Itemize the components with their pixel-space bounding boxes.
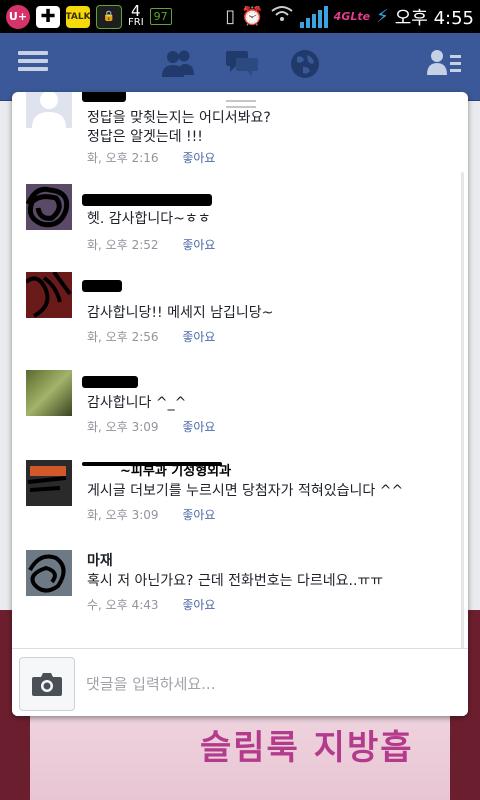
like-button[interactable]: 좋아요 xyxy=(182,508,215,522)
comment-author[interactable]: 마재 xyxy=(87,550,113,570)
comment-meta: 수, 오후 4:43 좋아요 xyxy=(87,596,215,613)
comment-meta: 화, 오후 3:09 좋아요 xyxy=(87,418,215,435)
comment-meta: 화, 오후 3:09 좋아요 xyxy=(87,506,215,523)
calendar-icon: 4 FRI xyxy=(128,1,144,29)
signal-icon xyxy=(299,5,328,28)
lock-icon: 🔒 xyxy=(96,4,122,29)
clock: 오후 4:55 xyxy=(394,7,474,29)
status-bar: U+ ✚ TALK 🔒 4 FRI 97 ▯ ⏰ 4GLte ⚡ 오후 4:55 xyxy=(0,0,480,33)
redacted-author-name xyxy=(82,92,126,102)
avatar[interactable] xyxy=(26,460,72,506)
friend-list-icon[interactable] xyxy=(426,47,462,83)
lte-icon: 4GLte xyxy=(333,10,371,23)
charging-icon: ⚡ xyxy=(376,6,389,27)
kakaotalk-icon: TALK xyxy=(65,5,91,28)
comment-text: 정답을 맞췻는지는 어디서봐요? 정답은 알겟는데 !!! xyxy=(87,110,271,145)
comment-text: 혹시 저 아닌가요? 근데 전화번호는 다르네요..ㅠㅠ xyxy=(87,573,384,589)
like-button[interactable]: 좋아요 xyxy=(182,238,215,252)
alarm-icon: ⏰ xyxy=(241,6,264,27)
comment-meta: 화, 오후 2:56 좋아요 xyxy=(87,328,215,345)
plus-icon: ✚ xyxy=(36,5,60,28)
comment-meta: 화, 오후 2:52 좋아요 xyxy=(87,236,215,253)
comment-meta: 화, 오후 2:16 좋아요 xyxy=(87,149,215,166)
calendar-day: 4 xyxy=(131,1,141,20)
comment-composer xyxy=(12,648,468,716)
drag-handle[interactable] xyxy=(226,100,256,108)
messages-icon[interactable] xyxy=(224,47,260,83)
friends-icon[interactable] xyxy=(160,47,196,83)
comments-modal: 정답을 맞췻는지는 어디서봐요? 정답은 알겟는데 !!! 화, 오후 2:16… xyxy=(12,92,468,716)
facebook-top-bar xyxy=(0,33,480,101)
comment-time: 화, 오후 3:09 xyxy=(87,508,159,522)
calendar-weekday: FRI xyxy=(128,16,144,28)
comment-time: 화, 오후 2:56 xyxy=(87,330,159,344)
comment-time: 화, 오후 2:52 xyxy=(87,238,159,252)
camera-icon xyxy=(32,673,62,696)
u-plus-icon: U+ xyxy=(6,4,30,29)
comment-time: 화, 오후 2:16 xyxy=(87,151,159,165)
comment-text: 감사합니당!! 메세지 남깁니당~ xyxy=(87,305,274,321)
background-ad-text: 슬림룩 지방흡 xyxy=(200,728,414,768)
redacted-author-name xyxy=(82,194,212,206)
redacted-author-name xyxy=(82,462,222,466)
menu-icon[interactable] xyxy=(18,47,48,75)
comment-time: 수, 오후 4:43 xyxy=(87,598,159,612)
comment-text: 게시글 더보기를 누르시면 당첨자가 적혀있습니다 ^^ xyxy=(87,483,404,499)
camera-button[interactable] xyxy=(19,657,75,711)
notifications-globe-icon[interactable] xyxy=(288,47,322,85)
avatar[interactable] xyxy=(26,92,72,128)
comment-time: 화, 오후 3:09 xyxy=(87,420,159,434)
avatar[interactable] xyxy=(26,550,72,596)
avatar[interactable] xyxy=(26,272,72,318)
like-button[interactable]: 좋아요 xyxy=(182,330,215,344)
avatar[interactable] xyxy=(26,184,72,230)
vibrate-icon: ▯ xyxy=(225,6,236,27)
wifi-icon xyxy=(270,5,294,28)
redacted-author-name xyxy=(82,376,138,388)
scrollbar[interactable] xyxy=(461,172,464,702)
battery-icon: 97 xyxy=(149,8,172,25)
redacted-author-name xyxy=(82,280,122,292)
avatar[interactable] xyxy=(26,370,72,416)
like-button[interactable]: 좋아요 xyxy=(182,151,215,165)
comment-text: 헷. 감사합니다~ㅎㅎ xyxy=(87,211,211,227)
like-button[interactable]: 좋아요 xyxy=(182,420,215,434)
comment-input[interactable] xyxy=(84,667,458,701)
comment-text: 감사합니다 ^_^ xyxy=(87,395,187,411)
like-button[interactable]: 좋아요 xyxy=(182,598,215,612)
